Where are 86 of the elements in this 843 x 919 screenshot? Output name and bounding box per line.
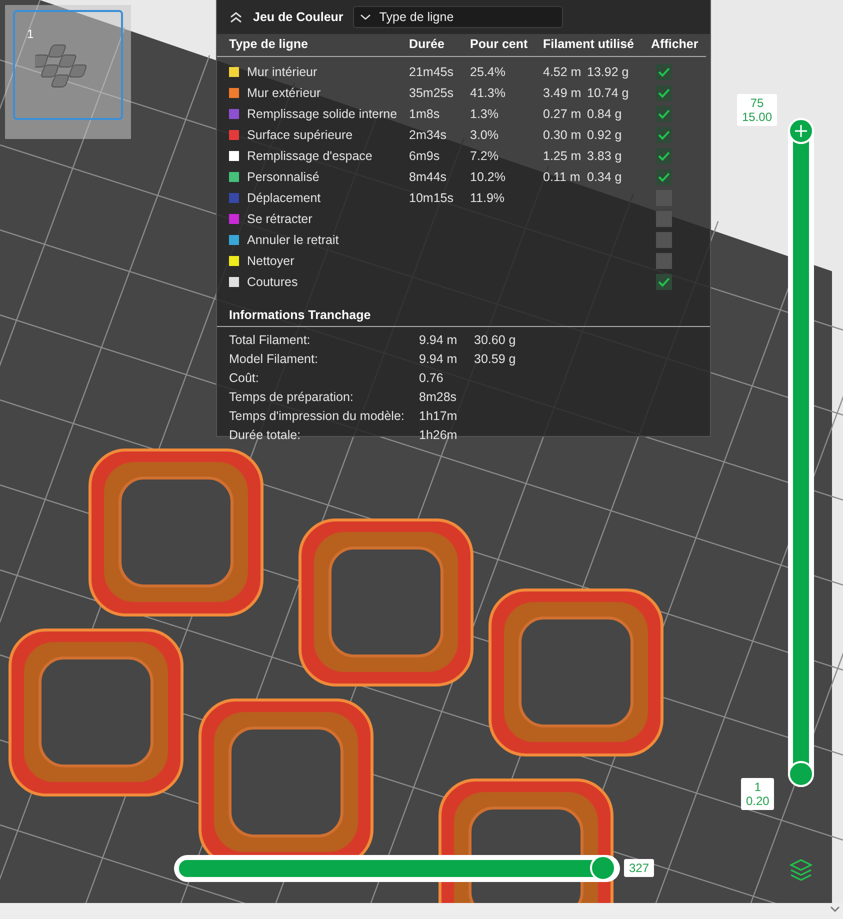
duration: 35m25s (409, 86, 454, 100)
checkmark-icon (658, 276, 670, 286)
chevron-down-icon[interactable] (830, 906, 840, 913)
info-value: 30.60 g (474, 332, 517, 346)
info-label: Model Filament: (229, 352, 319, 366)
info-label: Coût: (229, 370, 260, 384)
checkmark-icon (658, 108, 670, 118)
info-value: 1h26m (419, 428, 458, 442)
duration: 10m15s (409, 190, 454, 204)
column-header: Filament utilisé (543, 37, 635, 51)
info-value: 30.59 g (474, 352, 517, 366)
filament-weight: 10.74 g (587, 86, 630, 100)
info-value: 1h17m (419, 408, 458, 422)
line-type-name: Nettoyer (247, 254, 296, 268)
filament-length: 4.52 m (543, 64, 582, 78)
line-type-name: Annuler le retrait (247, 232, 340, 246)
collapse-icon[interactable] (229, 11, 243, 23)
info-label: Durée totale: (229, 428, 302, 442)
percentage: 3.0% (470, 128, 500, 142)
plus-icon (795, 125, 807, 137)
view-type-select[interactable]: Type de ligne (353, 6, 564, 28)
checkmark-icon (658, 66, 670, 76)
show-checkbox[interactable] (656, 232, 672, 248)
line-type-name: Déplacement (247, 190, 322, 204)
percentage: 41.3% (470, 86, 506, 100)
show-checkbox[interactable] (656, 252, 672, 268)
percentage: 10.2% (470, 170, 506, 184)
duration: 8m44s (409, 170, 448, 184)
filament-weight: 0.34 g (587, 170, 623, 184)
show-checkbox[interactable] (656, 210, 672, 226)
show-checkbox[interactable] (656, 274, 672, 290)
column-header: Type de ligne (229, 37, 309, 51)
show-checkbox[interactable] (656, 148, 672, 164)
line-type-name: Mur intérieur (247, 64, 318, 78)
info-value: 0.76 (419, 370, 444, 384)
info-label: Temps de préparation: (229, 390, 354, 404)
column-header: Pour cent (470, 37, 529, 51)
chevron-down-icon (360, 14, 372, 20)
info-label: Total Filament: (229, 332, 312, 346)
checkmark-icon (658, 172, 670, 182)
duration: 2m34s (409, 128, 448, 142)
filament-weight: 3.83 g (587, 148, 623, 162)
upper-layer-label: 75 15.00 (737, 94, 778, 126)
line-type-name: Se rétracter (247, 212, 314, 226)
section-title: Informations Tranchage (217, 302, 710, 327)
line-type-name: Remplissage solide interne (247, 106, 398, 120)
filament-length: 0.11 m (543, 170, 582, 184)
show-checkbox[interactable] (656, 168, 672, 184)
info-value: 8m28s (419, 390, 458, 404)
percentage: 1.3% (470, 106, 500, 120)
lower-layer-label: 1 0.20 (741, 778, 774, 810)
move-value-label: 327 (624, 859, 654, 877)
filament-weight: 0.84 g (587, 106, 623, 120)
line-type-name: Surface supérieure (247, 128, 354, 142)
column-header: Afficher (651, 37, 700, 51)
checkmark-icon (658, 130, 670, 140)
line-type-name: Personnalisé (247, 170, 320, 184)
column-header: Durée (409, 37, 446, 51)
move-slider-handle[interactable] (590, 855, 616, 881)
filament-length: 3.49 m (543, 86, 582, 100)
info-label: Temps d'impression du modèle: (229, 408, 406, 422)
line-type-name: Remplissage d'espace (247, 148, 374, 162)
show-checkbox[interactable] (656, 64, 672, 80)
line-type-name: Mur extérieur (247, 86, 322, 100)
duration: 6m9s (409, 148, 441, 162)
filament-weight: 13.92 g (587, 64, 630, 78)
legend-title: Jeu de Couleur (253, 10, 344, 24)
info-value: 9.94 m (419, 332, 458, 346)
layers-icon[interactable] (788, 858, 814, 882)
filament-length: 1.25 m (543, 148, 582, 162)
filament-length: 0.27 m (543, 106, 582, 120)
filament-length: 0.30 m (543, 128, 582, 142)
checkmark-icon (658, 88, 670, 98)
plate-number: 1 (27, 27, 34, 41)
duration: 1m8s (409, 106, 441, 120)
percentage: 25.4% (470, 64, 506, 78)
show-checkbox[interactable] (656, 126, 672, 142)
checkmark-icon (658, 150, 670, 160)
filament-weight: 0.92 g (587, 128, 623, 142)
percentage: 11.9% (470, 190, 506, 204)
line-type-name: Coutures (247, 274, 299, 288)
show-checkbox[interactable] (656, 106, 672, 122)
show-checkbox[interactable] (656, 84, 672, 100)
duration: 21m45s (409, 64, 454, 78)
percentage: 7.2% (470, 148, 500, 162)
info-value: 9.94 m (419, 352, 458, 366)
